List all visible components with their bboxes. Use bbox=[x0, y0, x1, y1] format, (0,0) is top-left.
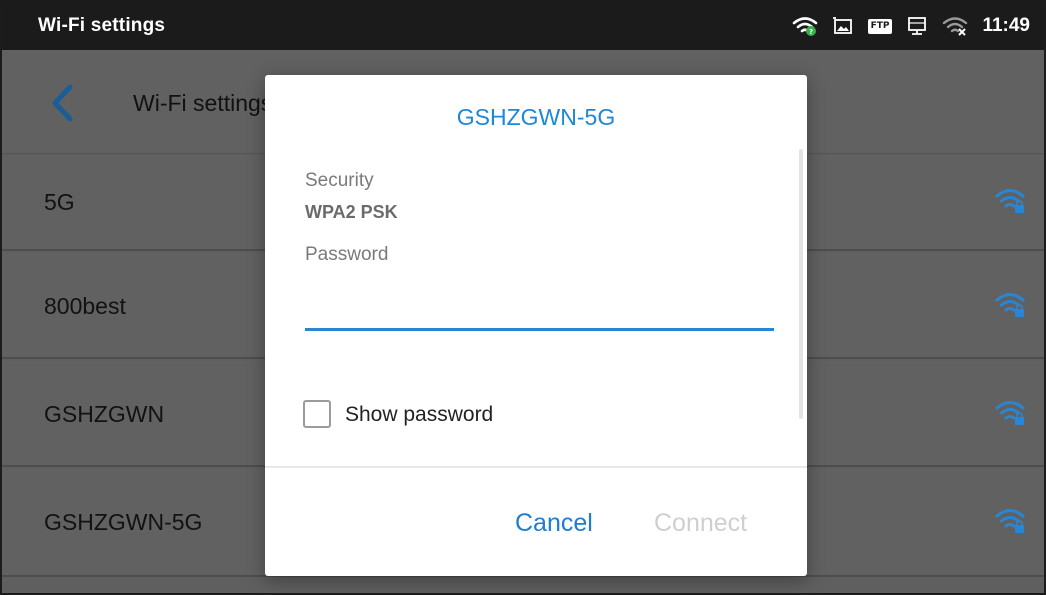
network-name: 800best bbox=[44, 293, 126, 319]
page-title: Wi-Fi settings bbox=[133, 90, 273, 116]
security-label: Security bbox=[305, 170, 374, 191]
wifi-lock-icon bbox=[994, 505, 1026, 542]
show-password-label[interactable]: Show password bbox=[345, 403, 493, 427]
dialog-title: GSHZGWN-5G bbox=[456, 104, 616, 130]
wifi-lock-icon bbox=[994, 397, 1026, 434]
wifi-lock-icon bbox=[994, 289, 1026, 326]
password-label: Password bbox=[305, 244, 389, 265]
status-icons: ? FTP 11:49 bbox=[792, 12, 1030, 40]
status-bar: Wi-Fi settings ? FTP 11:49 bbox=[2, 2, 1044, 50]
network-name: GSHZGWN-5G bbox=[44, 509, 203, 535]
status-clock: 11:49 bbox=[982, 15, 1030, 36]
network-name: GSHZGWN bbox=[44, 401, 165, 427]
chevron-left-icon[interactable] bbox=[48, 83, 76, 128]
security-value: WPA2 PSK bbox=[305, 202, 398, 222]
wifi-off-icon bbox=[942, 15, 968, 37]
ftp-icon: FTP bbox=[867, 18, 893, 34]
network-icon bbox=[906, 15, 928, 37]
password-input[interactable] bbox=[305, 273, 774, 331]
svg-text:?: ? bbox=[809, 28, 813, 36]
network-name: 5G bbox=[44, 189, 75, 215]
screen: Wi-Fi settings ? FTP 11:49 Wi-Fi setting… bbox=[0, 0, 1046, 595]
dialog-divider bbox=[265, 466, 807, 468]
wifi-connect-dialog: GSHZGWN-5G Security WPA2 PSK Password Sh… bbox=[265, 75, 807, 576]
show-password-checkbox[interactable] bbox=[303, 400, 331, 428]
wifi-connected-icon: ? bbox=[792, 15, 818, 37]
wifi-lock-icon bbox=[994, 185, 1026, 222]
connect-button[interactable]: Connect bbox=[654, 509, 747, 538]
dialog-scrollbar[interactable] bbox=[799, 149, 803, 419]
status-bar-title: Wi-Fi settings bbox=[38, 15, 166, 36]
cancel-button[interactable]: Cancel bbox=[515, 509, 593, 538]
image-icon bbox=[832, 15, 854, 37]
